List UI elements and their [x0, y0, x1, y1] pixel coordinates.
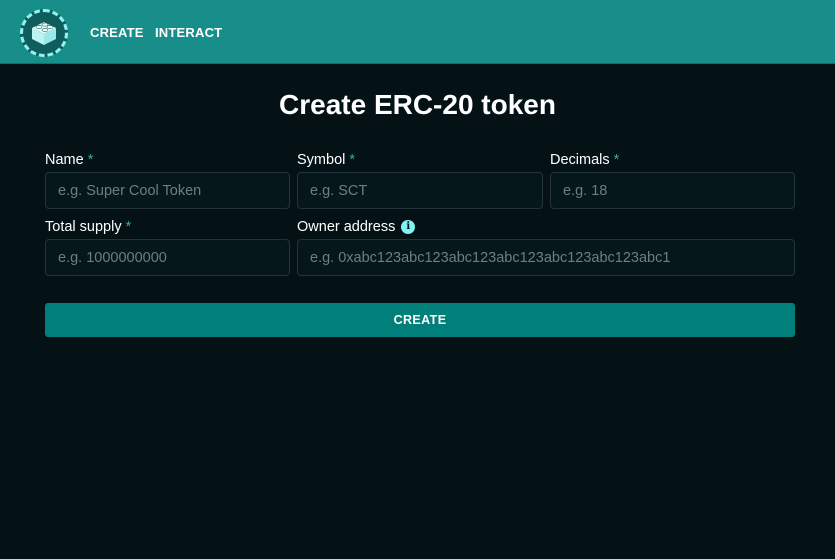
required-mark: * — [613, 152, 620, 168]
total-supply-input[interactable] — [45, 239, 290, 276]
required-mark: * — [125, 219, 132, 235]
required-mark: * — [349, 152, 356, 168]
create-button[interactable]: CREATE — [45, 303, 795, 337]
name-input[interactable] — [45, 172, 290, 209]
decimals-label: Decimals * — [550, 152, 619, 168]
name-label: Name * — [45, 152, 93, 168]
symbol-input[interactable] — [297, 172, 543, 209]
decimals-input[interactable] — [550, 172, 795, 209]
name-label-text: Name — [45, 152, 84, 168]
info-icon[interactable]: i — [401, 220, 416, 234]
page-title: Create ERC-20 token — [279, 89, 556, 120]
symbol-label-text: Symbol — [297, 152, 346, 168]
nav-create-link[interactable]: CREATE — [90, 25, 144, 40]
total-supply-label-text: Total supply — [45, 219, 122, 235]
symbol-label: Symbol * — [297, 152, 355, 168]
logo[interactable] — [20, 9, 68, 57]
owner-address-input[interactable] — [297, 239, 795, 276]
lego-brick-icon — [32, 22, 56, 45]
total-supply-label: Total supply * — [45, 219, 131, 235]
nav-interact-link[interactable]: INTERACT — [155, 25, 222, 40]
decimals-label-text: Decimals — [550, 152, 610, 168]
owner-address-label: Owner address i — [297, 219, 416, 235]
required-mark: * — [87, 152, 94, 168]
top-navbar: CREATE INTERACT — [0, 0, 835, 64]
owner-address-label-text: Owner address — [297, 219, 396, 235]
